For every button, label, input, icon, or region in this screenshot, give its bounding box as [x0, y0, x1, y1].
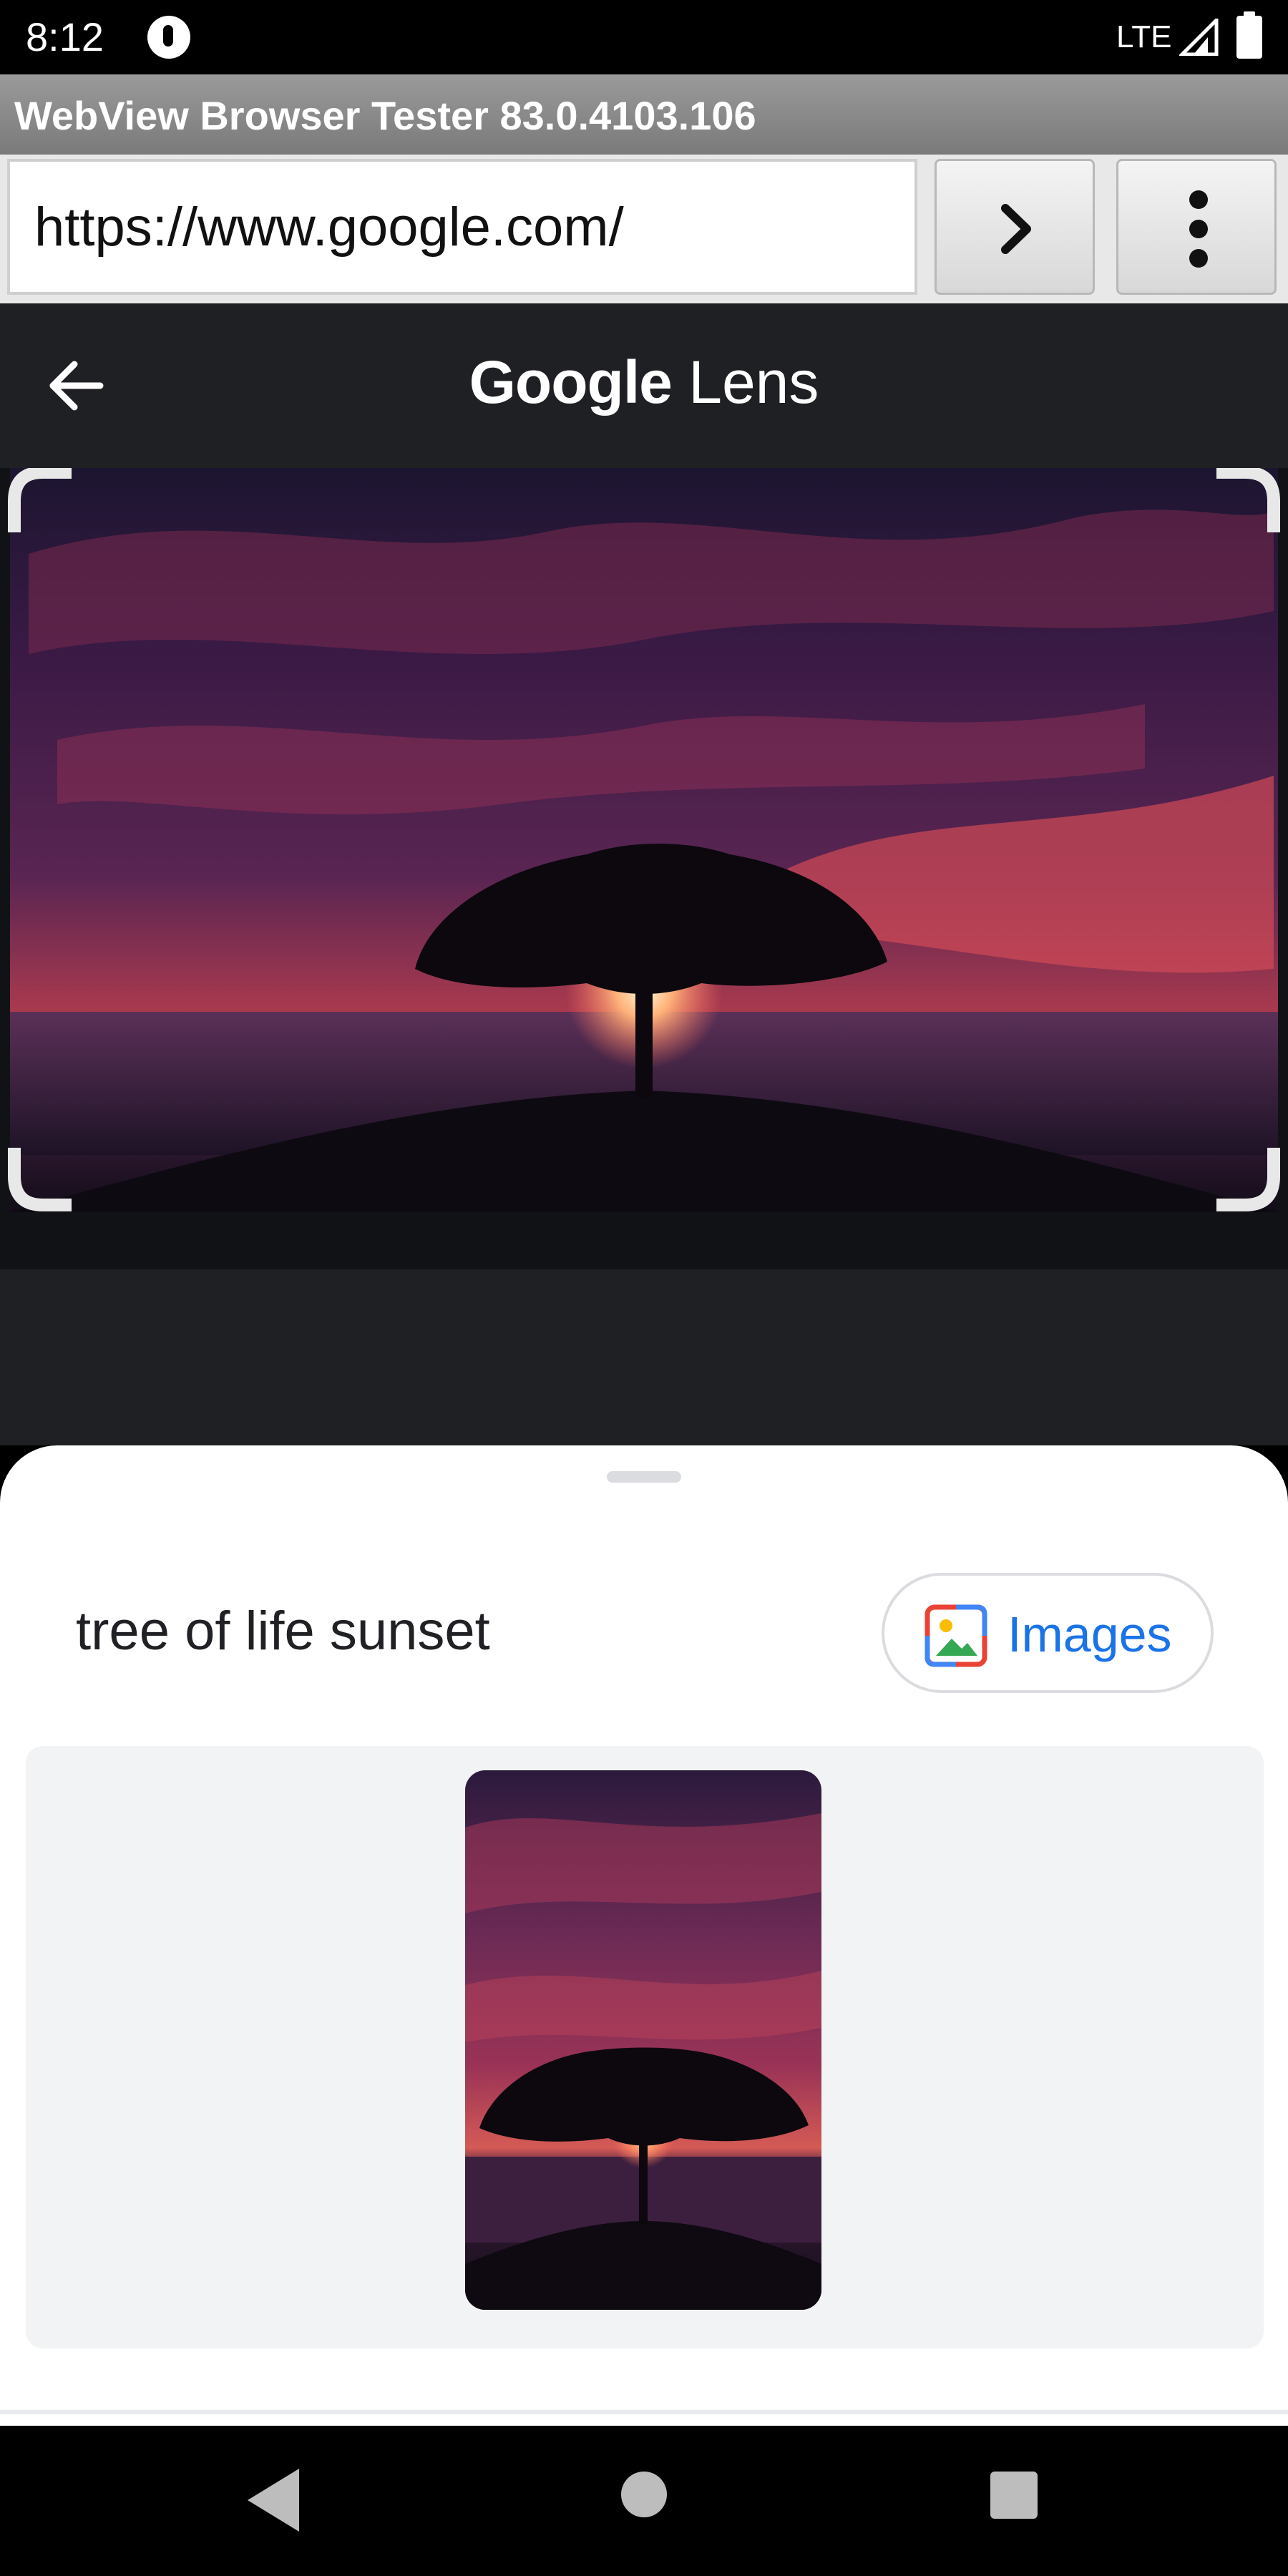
lens-title: Google Lens	[0, 346, 1288, 418]
sunset-tree-thumbnail-image	[465, 1770, 821, 2310]
image-icon	[924, 1604, 987, 1667]
sunset-tree-photo	[0, 468, 1288, 1269]
triangle-back-icon[interactable]	[242, 2463, 305, 2537]
lens-header: Google Lens	[0, 303, 1288, 468]
app-title-bar: WebView Browser Tester 83.0.4103.106	[0, 74, 1288, 155]
signal-icon	[1179, 19, 1219, 56]
lens-wordmark: Lens	[688, 348, 819, 416]
url-toolbar	[0, 155, 1288, 303]
result-card	[26, 1746, 1264, 2348]
result-thumbnail[interactable]	[465, 1770, 821, 2310]
battery-icon	[1236, 11, 1262, 59]
images-chip-label: Images	[1008, 1606, 1172, 1662]
sheet-drag-handle[interactable]	[607, 1471, 681, 1483]
status-bar: 8:12 LTE	[0, 0, 1288, 74]
circle-home-icon[interactable]	[621, 2472, 667, 2517]
results-bottom-sheet[interactable]: tree of life sunset Images	[0, 1445, 1288, 2426]
search-query-text[interactable]: tree of life sunset	[76, 1597, 490, 1666]
square-recents-icon[interactable]	[990, 2472, 1038, 2519]
overflow-menu-button[interactable]	[1116, 159, 1277, 295]
go-button[interactable]	[935, 159, 1095, 295]
sheet-divider	[0, 2410, 1288, 2414]
lens-image-stage[interactable]	[0, 468, 1288, 1269]
notification-app-icon	[147, 16, 190, 59]
google-wordmark: Google	[469, 348, 673, 416]
app-title: WebView Browser Tester 83.0.4103.106	[14, 93, 756, 138]
images-chip-button[interactable]: Images	[882, 1573, 1214, 1693]
system-nav-bar	[0, 2426, 1288, 2576]
lens-image-padding	[0, 1269, 1288, 1445]
status-time: 8:12	[26, 14, 104, 59]
chevron-right-icon	[1001, 204, 1031, 254]
url-input[interactable]	[7, 159, 917, 295]
network-type-label: LTE	[1116, 19, 1172, 54]
more-vertical-icon	[1189, 190, 1208, 268]
